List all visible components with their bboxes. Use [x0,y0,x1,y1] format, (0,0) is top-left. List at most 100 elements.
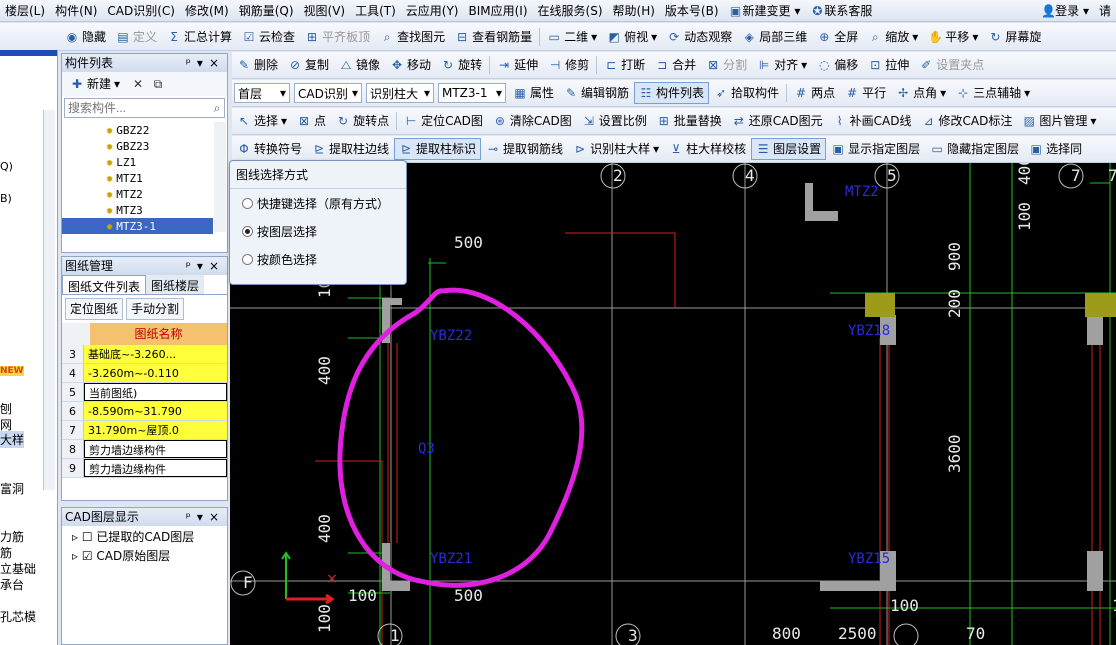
left-nav-item[interactable]: 富洞 [0,480,24,497]
menu-rebar[interactable]: 钢筋量(Q) [234,0,299,21]
recognize-type-select[interactable]: 识别柱大 ▾ [366,83,434,103]
floor-select[interactable]: 首层 ▾ [234,83,290,103]
table-row[interactable]: 4 -3.260m~-0.110 [62,364,227,383]
dynamic-view-button[interactable]: ⟳ 动态观察 [662,26,737,48]
tab-drawing-floor[interactable]: 图纸楼层 [146,275,205,294]
extract-column-mark-button[interactable]: ⊵ 提取柱标识 [394,138,482,160]
recognize-column-detail-button[interactable]: ⊳ 识别柱大样 ▾ [568,138,664,160]
tree-item[interactable]: ✹ MTZ3 [62,202,213,218]
radio-by-layer[interactable] [242,226,253,237]
cad-mode-select[interactable]: CAD识别 ▾ [294,83,362,103]
set-scale-button[interactable]: ⇲ 设置比例 [577,110,652,132]
left-nav-item[interactable]: 刨 [0,400,12,417]
summary-calc-button[interactable]: Σ 汇总计算 [162,26,237,48]
menu-version[interactable]: 版本号(B) [660,0,724,21]
left-nav-item[interactable]: 筋 [0,544,12,561]
panel-controls[interactable]: ᵖ▾× [186,257,227,275]
merge-button[interactable]: ⊐ 合并 [650,54,701,76]
define-button[interactable]: ▤ 定义 [111,26,162,48]
flush-slab-button[interactable]: ⊞ 平齐板顶 [300,26,375,48]
member-select[interactable]: MTZ3-1 ▾ [438,83,506,103]
tab-file-list[interactable]: 图纸文件列表 [62,275,147,294]
menu-component[interactable]: 构件(N) [50,0,102,21]
manual-split-button[interactable]: 手动分割 [126,298,185,320]
left-nav-item[interactable]: 孔芯模 [0,608,36,625]
panel-controls[interactable]: ᵖ▾× [186,508,227,526]
menu-floor[interactable]: 楼层(L) [0,0,50,21]
tree-item[interactable]: ✹ LZ1 [62,154,213,170]
menu-cloud[interactable]: 云应用(Y) [401,0,464,21]
copy-icon[interactable]: ⧉ [151,77,165,91]
rotate-button[interactable]: ↻ 旋转 [436,54,487,76]
image-manage-button[interactable]: ▨ 图片管理 ▾ [1017,110,1101,132]
convert-symbol-button[interactable]: Φ 转换符号 [232,138,307,160]
table-row[interactable]: 5 当前图纸) [62,383,227,402]
view-rebar-button[interactable]: ⊟ 查看钢筋量 [450,26,537,48]
menu-help[interactable]: 帮助(H) [608,0,660,21]
left-nav-item[interactable]: 承台 [0,576,24,593]
select-button[interactable]: ↖ 选择 ▾ [232,110,292,132]
draw-cad-line-button[interactable]: ⌇ 补画CAD线 [828,110,917,132]
rotate-point-button[interactable]: ↻ 旋转点 [331,110,394,132]
screen-rotate-button[interactable]: ↻ 屏幕旋 [983,26,1046,48]
menu-tools[interactable]: 工具(T) [350,0,401,21]
new-member-button[interactable]: ✚ 新建 ▾ [65,73,125,95]
locate-cad-button[interactable]: ⊢ 定位CAD图 [399,110,488,132]
left-scrollbar[interactable] [43,110,55,490]
option-by-layer[interactable]: 按图层选择 [230,217,406,245]
tree-item[interactable]: ✹ GBZ22 [62,122,213,138]
local-3d-button[interactable]: ◈ 局部三维 [737,26,812,48]
table-row[interactable]: 7 31.790m~屋顶.0 [62,421,227,440]
locate-drawing-button[interactable]: 定位图纸 [65,298,124,320]
member-list-button[interactable]: ☷ 构件列表 [634,82,710,104]
select-same-button[interactable]: ▣ 选择同 [1024,138,1087,160]
search-icon[interactable]: ⌕ [210,101,224,115]
menu-bim[interactable]: BIM应用(I) [464,0,533,21]
delete-button[interactable]: ✎ 删除 [232,54,283,76]
view-2d-button[interactable]: ▭ 二维 ▾ [542,26,602,48]
top-view-button[interactable]: ◩ 俯视 ▾ [602,26,662,48]
menu-more[interactable]: 请 [1094,0,1116,21]
break-button[interactable]: ⊏ 打断 [599,54,650,76]
menu-support[interactable]: ✪ 联系客服 [805,0,877,21]
option-shortcut[interactable]: 快捷键选择（原有方式） [230,189,406,217]
point-angle-button[interactable]: ✢ 点角 ▾ [891,82,951,104]
align-button[interactable]: ⊫ 对齐 ▾ [752,54,812,76]
extract-column-edge-button[interactable]: ⊵ 提取柱边线 [307,138,394,160]
zoom-button[interactable]: ⌕ 缩放 ▾ [863,26,923,48]
table-row[interactable]: 9 剪力墙边缘构件 [62,459,227,478]
batch-replace-button[interactable]: ⊞ 批量替换 [652,110,727,132]
left-nav-item[interactable]: 大样 [0,431,25,448]
left-nav-item[interactable]: B) [0,192,12,205]
table-row[interactable]: 6 -8.590m~31.790 [62,402,227,421]
edit-rebar-button[interactable]: ✎ 编辑钢筋 [559,82,634,104]
find-element-button[interactable]: ⌕ 查找图元 [375,26,450,48]
pan-button[interactable]: ✋ 平移 ▾ [923,26,983,48]
fullscreen-button[interactable]: ⊕ 全屏 [812,26,863,48]
split-button[interactable]: ⊠ 分割 [701,54,752,76]
tree-item[interactable]: ✹ MTZ2 [62,186,213,202]
left-nav-item[interactable]: Q) [0,160,13,173]
column-detail-check-button[interactable]: ⊻ 柱大样校核 [664,138,751,160]
set-grip-button[interactable]: ✐ 设置夹点 [914,54,989,76]
option-by-color[interactable]: 按颜色选择 [230,245,406,273]
menu-modify[interactable]: 修改(M) [180,0,234,21]
cad-layer-item[interactable]: ▹ ☑ CAD原始图层 [62,547,227,564]
parallel-button[interactable]: # 平行 [840,82,891,104]
hide-button[interactable]: ◉ 隐藏 [60,26,111,48]
panel-controls[interactable]: ᵖ▾× [186,54,227,72]
offset-button[interactable]: ◌ 偏移 [812,54,863,76]
modify-cad-label-button[interactable]: ⊿ 修改CAD标注 [916,110,1017,132]
stretch-button[interactable]: ⊡ 拉伸 [863,54,914,76]
close-icon[interactable]: ✕ [131,77,145,91]
tree-item[interactable]: ✹ MTZ1 [62,170,213,186]
properties-button[interactable]: ▦ 属性 [508,82,559,104]
move-button[interactable]: ✥ 移动 [385,54,436,76]
menu-new-change[interactable]: ▣新建变更 ▾ [724,0,806,21]
member-search-input[interactable] [65,101,210,115]
tree-item-selected[interactable]: ✹ MTZ3-1 [62,218,213,234]
hide-layer-button[interactable]: ▭ 隐藏指定图层 [925,138,1024,160]
three-point-axis-button[interactable]: ⊹ 三点辅轴 ▾ [951,82,1035,104]
mirror-button[interactable]: ⧍ 镜像 [334,54,385,76]
menu-view[interactable]: 视图(V) [299,0,351,21]
